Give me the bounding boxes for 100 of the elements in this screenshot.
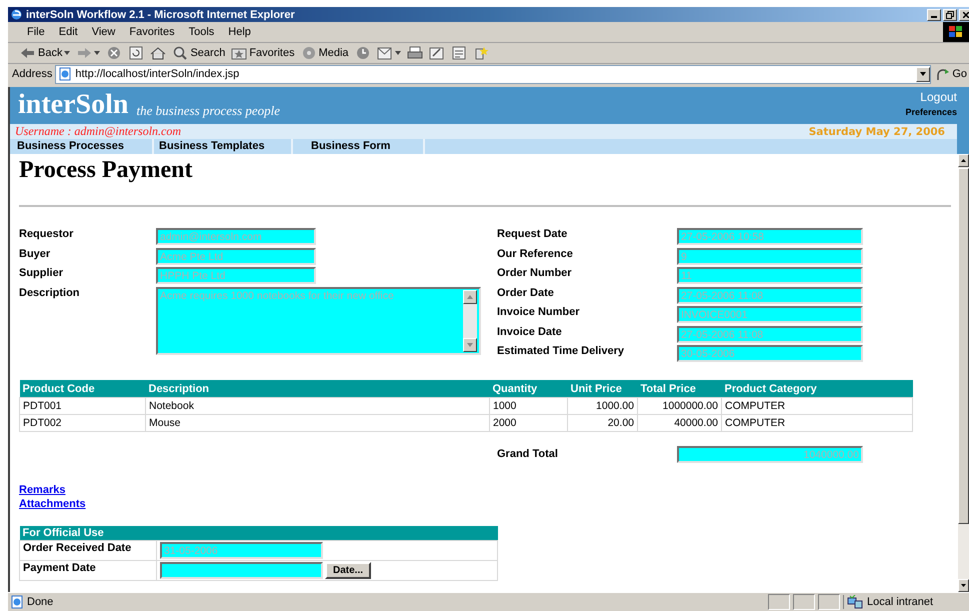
back-button[interactable]: Back xyxy=(20,46,70,60)
forward-arrow-icon xyxy=(76,46,92,60)
scroll-down-button[interactable] xyxy=(958,579,969,592)
date-button[interactable]: Date... xyxy=(325,562,372,579)
column-header: Product Code xyxy=(20,380,146,398)
field-label: Grand Total xyxy=(497,447,559,462)
field-label: Order Number xyxy=(497,267,573,281)
column-header: Total Price xyxy=(638,380,722,398)
edit-button[interactable] xyxy=(428,46,445,60)
table-cell: COMPUTER xyxy=(722,414,912,432)
menu-item[interactable]: Tools xyxy=(182,26,222,38)
up-arrow-icon xyxy=(961,159,966,162)
disc-icon xyxy=(300,46,317,60)
favorites-button[interactable]: Favorites xyxy=(231,46,295,60)
field-label: Order Received Date xyxy=(20,540,156,560)
status-pane xyxy=(793,594,815,610)
clock-icon xyxy=(354,46,371,60)
column-header: Description xyxy=(146,380,490,398)
menu-item[interactable]: Edit xyxy=(52,26,85,38)
mail-button[interactable] xyxy=(376,46,401,60)
window-title: interSoln Workflow 2.1 - Microsoft Internet Explorer xyxy=(26,8,296,20)
link[interactable]: Remarks xyxy=(19,484,66,496)
input-field[interactable] xyxy=(160,562,323,579)
table-cell: Mouse xyxy=(146,414,490,432)
column-header: Quantity xyxy=(490,380,568,398)
down-arrow-icon xyxy=(467,342,473,346)
minimize-button[interactable] xyxy=(927,8,941,20)
field-label: Requestor xyxy=(19,228,74,242)
table-cell: PDT001 xyxy=(20,398,146,414)
document-lines-icon xyxy=(450,46,467,60)
up-arrow-icon xyxy=(467,294,473,298)
flag-icon xyxy=(949,26,963,38)
stop-button[interactable] xyxy=(106,46,122,60)
browser-icon xyxy=(10,8,23,21)
address-label: Address xyxy=(12,68,52,80)
table-cell: 20.00 xyxy=(568,414,638,432)
document-pencil-icon xyxy=(428,46,445,60)
table-cell: COMPUTER xyxy=(722,398,912,414)
address-field[interactable]: http://localhost/interSoln/index.jsp xyxy=(55,64,932,84)
close-button[interactable] xyxy=(959,8,969,20)
discuss-button[interactable] xyxy=(450,46,467,60)
home-button[interactable] xyxy=(150,46,166,60)
search-icon xyxy=(172,46,188,60)
scroll-up-button[interactable] xyxy=(958,154,969,167)
menu-item[interactable]: File xyxy=(20,26,52,38)
table-cell: 40000.00 xyxy=(638,414,722,432)
field-label: Request Date xyxy=(497,228,568,242)
table-cell: PDT002 xyxy=(20,414,146,432)
preferences-link[interactable]: Preferences xyxy=(905,107,957,117)
section-header: For Official Use xyxy=(20,526,498,540)
printer-icon xyxy=(406,46,423,60)
field-label: Our Reference xyxy=(497,248,574,262)
refresh-button[interactable] xyxy=(128,46,144,60)
nav-tab[interactable]: Business Form xyxy=(293,139,425,154)
nav-tab[interactable]: Business Processes xyxy=(10,139,154,154)
page-icon xyxy=(58,67,72,81)
field-label: Invoice Date xyxy=(497,326,563,340)
restore-button[interactable] xyxy=(943,8,957,20)
menu-item[interactable]: Help xyxy=(221,26,258,38)
menu-item[interactable]: Favorites xyxy=(122,26,182,38)
table-cell: 1000 xyxy=(490,398,568,414)
logo-text: interSoln xyxy=(17,89,128,121)
home-icon xyxy=(150,46,166,60)
page-title: Process Payment xyxy=(19,156,194,184)
caret-icon xyxy=(920,72,926,76)
envelope-icon xyxy=(376,46,393,60)
zone-text: Local intranet xyxy=(867,596,934,608)
field-label: Supplier xyxy=(19,267,64,281)
search-button[interactable]: Search xyxy=(172,46,226,60)
caret-icon xyxy=(394,51,401,55)
down-arrow-icon xyxy=(961,584,966,587)
page-icon xyxy=(10,595,24,609)
caret-icon xyxy=(94,51,100,55)
table-cell: 1000.00 xyxy=(568,398,638,414)
star-folder-icon xyxy=(231,46,248,60)
close-icon xyxy=(963,12,969,18)
status-pane xyxy=(768,594,790,610)
table-cell: 1000000.00 xyxy=(638,398,722,414)
star-document-icon xyxy=(472,46,489,60)
column-header: Unit Price xyxy=(568,380,638,398)
back-arrow-icon xyxy=(20,46,36,60)
network-icon xyxy=(847,595,863,609)
menu-item[interactable]: View xyxy=(84,26,122,38)
media-button[interactable]: Media xyxy=(300,46,349,60)
date-text: Saturday May 27, 2006 xyxy=(808,126,946,138)
field-label: Buyer xyxy=(19,248,52,262)
messenger-button[interactable] xyxy=(472,46,489,60)
arrow-icon xyxy=(936,68,950,80)
status-pane xyxy=(818,594,840,610)
nav-tab[interactable]: Business Templates xyxy=(154,139,293,154)
restore-icon xyxy=(946,10,954,18)
print-button[interactable] xyxy=(406,46,423,60)
history-button[interactable] xyxy=(354,46,371,60)
dropdown-button[interactable] xyxy=(916,66,930,82)
stop-icon xyxy=(106,46,122,60)
forward-button[interactable] xyxy=(76,46,100,60)
go-button[interactable]: Go xyxy=(934,68,969,80)
field-label: Description xyxy=(19,286,81,300)
field-label: Estimated Time Delivery xyxy=(497,345,625,359)
link[interactable]: Attachments xyxy=(19,498,86,510)
